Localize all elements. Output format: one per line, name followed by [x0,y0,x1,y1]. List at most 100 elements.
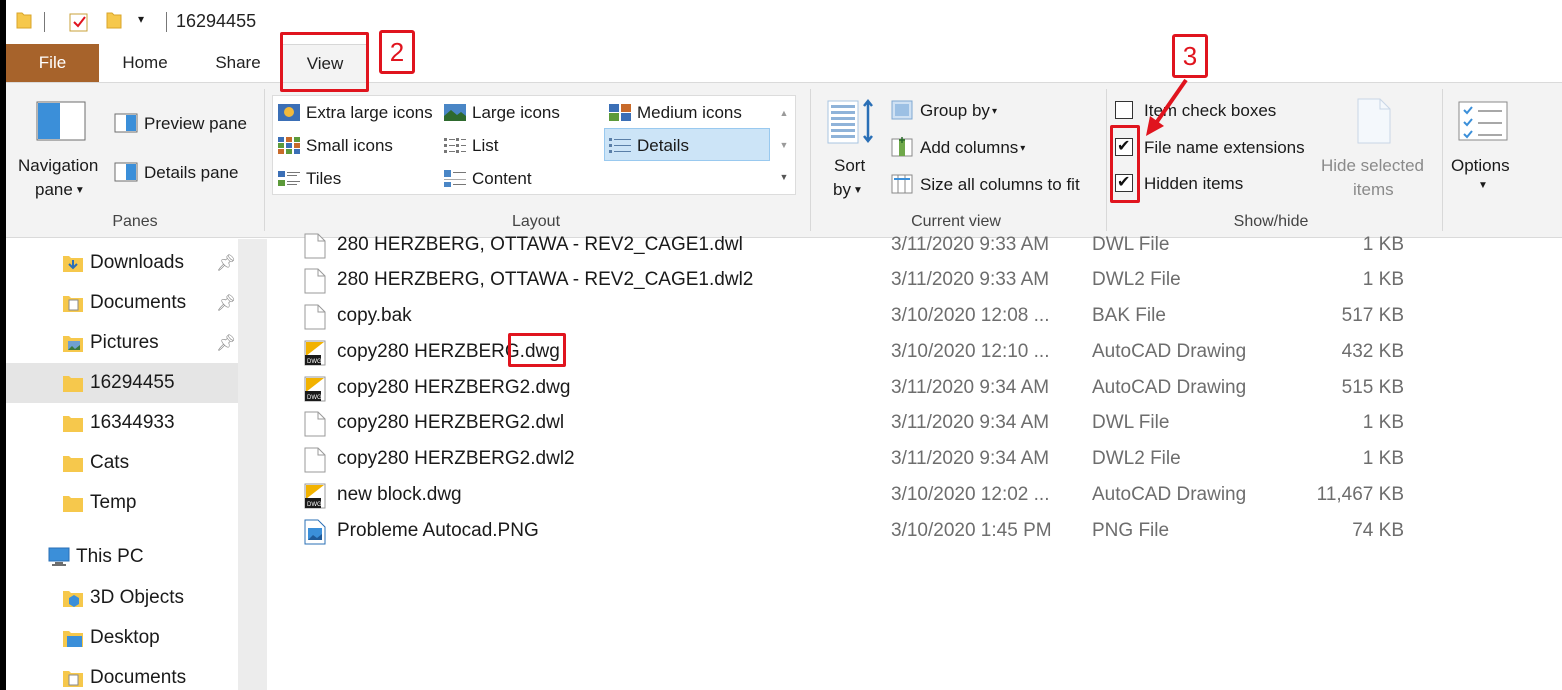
file-name: 280 HERZBERG, OTTAWA - REV2_CAGE1.dwl2 [337,269,754,290]
file-size: 1 KB [1362,234,1404,255]
navigation-pane-icon[interactable] [36,101,86,141]
navigation-pane-scrollbar[interactable] [238,239,267,690]
file-row[interactable]: Probleme Autocad.PNG 3/10/2020 1:45 PM P… [268,513,1562,549]
sort-by-dropdown[interactable]: by ▼ [833,180,863,200]
file-size: 517 KB [1341,305,1404,326]
options-icon[interactable] [1458,101,1508,141]
properties-check-icon[interactable] [68,11,90,33]
pin-icon[interactable]: 📌︎ [216,253,236,273]
layout-details[interactable]: Details [637,136,689,156]
add-columns-label: Add columns [920,138,1019,157]
customize-toolbar-chevron-icon[interactable]: ▾ [138,12,144,26]
3d-objects-folder-icon [63,591,83,607]
nav-item-label: 16344933 [90,412,175,433]
scroll-down-icon[interactable]: ▼ [774,129,794,161]
file-type: AutoCAD Drawing [1092,484,1247,505]
ribbon-separator [810,89,811,231]
size-columns-icon [891,174,913,194]
hidden-items-label[interactable]: Hidden items [1144,174,1243,194]
nav-item-documents[interactable]: Documents 📌︎ [6,283,238,323]
sort-by-icon[interactable] [826,97,876,147]
large-icons-icon [444,104,466,121]
ribbon-separator [1442,89,1443,231]
nav-item-downloads[interactable]: Downloads 📌︎ [6,243,238,283]
add-columns-icon [891,137,913,157]
ribbon-separator [1106,89,1107,231]
layout-medium-icons[interactable]: Medium icons [637,103,742,123]
file-type: AutoCAD Drawing [1092,377,1247,398]
toolbar-separator [44,12,45,32]
details-view-icon [609,138,631,153]
nav-item-16344933[interactable]: 16344933 [6,403,238,443]
tab-share[interactable]: Share [202,44,274,82]
file-size: 1 KB [1362,269,1404,290]
layout-large-icons[interactable]: Large icons [472,103,560,123]
nav-item-label: Pictures [90,332,159,353]
nav-item-pictures[interactable]: Pictures 📌︎ [6,323,238,363]
medium-icons-icon [609,104,631,121]
file-row[interactable]: copy280 HERZBERG2.dwl 3/11/2020 9:34 AM … [268,405,1562,441]
sort-by-label[interactable]: Sort [834,156,865,176]
scroll-up-icon[interactable]: ▲ [774,97,794,129]
hide-selected-items-line2: items [1353,180,1394,199]
tab-file[interactable]: File [6,44,99,82]
downloads-folder-icon [63,256,83,272]
nav-item-desktop[interactable]: Desktop [6,618,238,658]
layout-tiles[interactable]: Tiles [306,169,341,189]
navigation-pane-dropdown[interactable]: pane ▼ [35,180,85,200]
folder-icon [63,456,83,472]
nav-item-3d-objects[interactable]: 3D Objects [6,578,238,618]
file-name: copy280 HERZBERG2.dwl [337,412,565,433]
file-type: BAK File [1092,305,1166,326]
add-columns-dropdown[interactable]: Add columns ▾ [920,138,1025,158]
file-date: 3/11/2020 9:34 AM [891,448,1050,469]
chevron-down-icon: ▼ [852,185,863,197]
folder-icon [63,496,83,512]
file-date: 3/10/2020 12:10 ... [891,341,1050,362]
generic-file-icon [304,233,326,259]
layout-small-icons[interactable]: Small icons [306,136,393,156]
navigation-pane-label[interactable]: Navigation [18,156,98,176]
nav-item-cats[interactable]: Cats [6,443,238,483]
hide-selected-items-button[interactable]: Hide selected [1321,156,1424,176]
nav-item-this-pc[interactable]: This PC [6,537,238,577]
layout-content[interactable]: Content [472,169,532,189]
size-all-columns-button[interactable]: Size all columns to fit [920,175,1080,195]
file-row[interactable]: DWG copy280 HERZBERG2.dwg 3/11/2020 9:34… [268,370,1562,406]
options-button[interactable]: Options [1451,156,1510,176]
layout-list[interactable]: List [472,136,498,156]
sort-by-label-line2: by [833,180,851,199]
options-chevron-down-icon[interactable]: ▼ [1478,180,1488,191]
file-size: 432 KB [1341,341,1404,362]
layout-extra-large-icons[interactable]: Extra large icons [306,103,433,123]
details-pane-icon [114,162,138,182]
file-name: copy280 HERZBERG2.dwl2 [337,448,575,469]
file-row[interactable]: 280 HERZBERG, OTTAWA - REV2_CAGE1.dwl 3/… [268,227,1562,263]
file-row[interactable]: DWG new block.dwg 3/10/2020 12:02 ... Au… [268,477,1562,513]
file-row[interactable]: copy280 HERZBERG2.dwl2 3/11/2020 9:34 AM… [268,441,1562,477]
details-pane-button[interactable]: Details pane [144,163,239,183]
pin-icon[interactable]: 📌︎ [216,293,236,313]
tab-home[interactable]: Home [106,44,184,82]
item-check-boxes-checkbox[interactable] [1115,101,1133,119]
nav-item-16294455[interactable]: 16294455 [6,363,238,403]
content-view-icon [444,170,466,187]
folder-icon [63,416,83,432]
pin-icon[interactable]: 📌︎ [216,333,236,353]
dwg-file-icon: DWG [304,340,326,366]
file-type: DWL2 File [1092,269,1181,290]
preview-pane-button[interactable]: Preview pane [144,114,247,134]
file-row[interactable]: copy.bak 3/10/2020 12:08 ... BAK File 51… [268,298,1562,334]
file-name-extensions-label[interactable]: File name extensions [1144,138,1305,158]
layout-gallery-scroll[interactable]: ▲ ▼ ▼ [774,97,794,193]
gallery-expand-icon[interactable]: ▼ [774,161,794,193]
file-row[interactable]: DWG copy280 HERZBERG.dwg 3/10/2020 12:10… [268,334,1562,370]
annotation-arrow [1146,78,1188,136]
new-folder-icon[interactable] [106,10,122,30]
file-row[interactable]: 280 HERZBERG, OTTAWA - REV2_CAGE1.dwl2 3… [268,262,1562,298]
nav-item-temp[interactable]: Temp [6,483,238,523]
documents-folder-icon [63,671,83,687]
nav-item-documents-pc[interactable]: Documents [6,658,238,690]
nav-item-label: 3D Objects [90,587,184,608]
group-by-dropdown[interactable]: Group by ▾ [920,101,997,121]
